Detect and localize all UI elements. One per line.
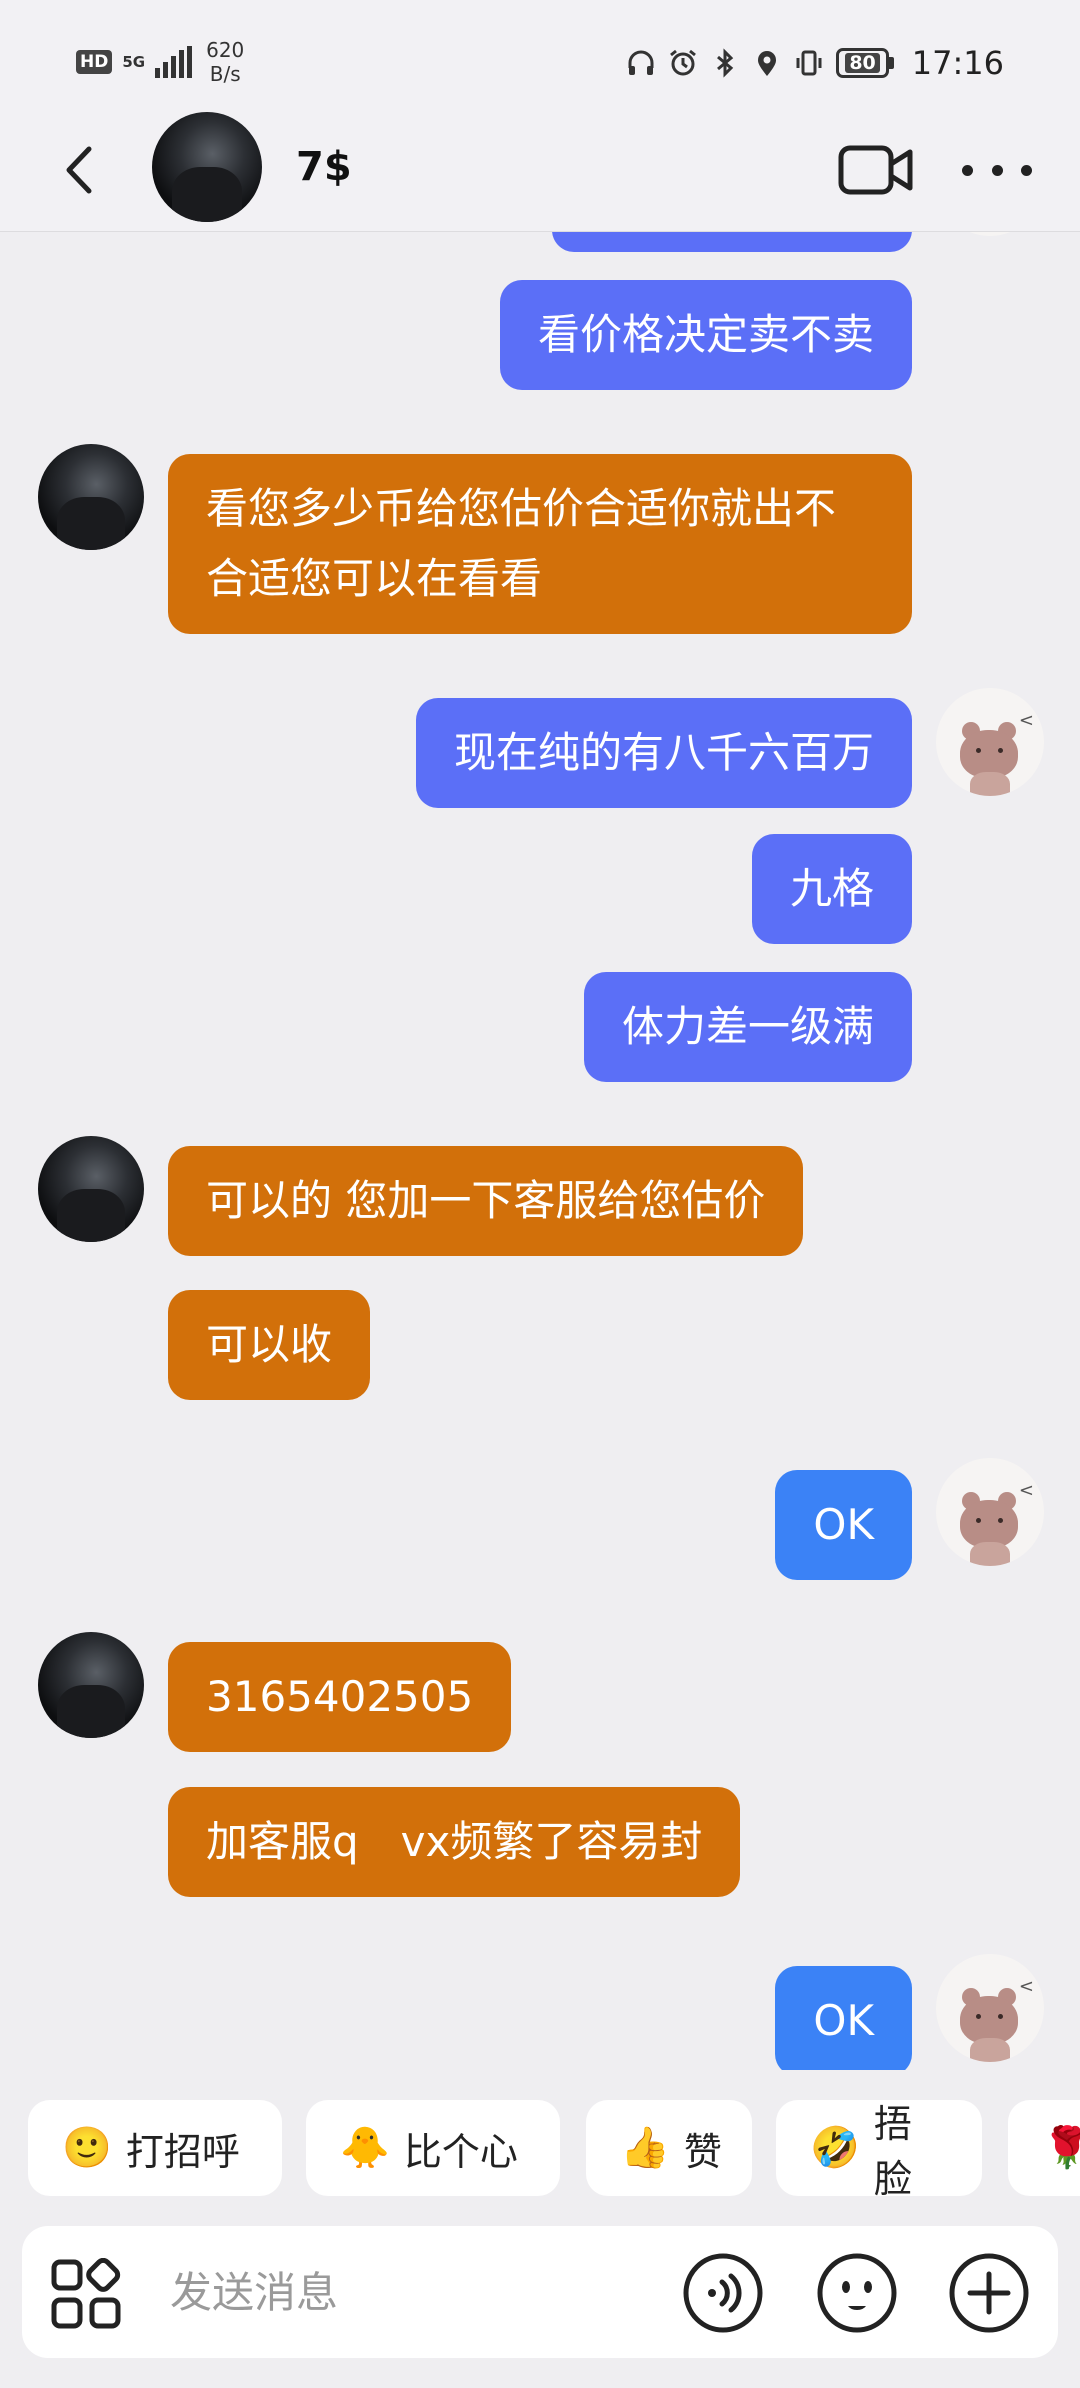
video-call-icon[interactable] [838, 140, 914, 200]
quick-reply-greet[interactable]: 🙂 打招呼 [28, 2100, 282, 2196]
my-avatar[interactable]: < [936, 1458, 1044, 1566]
status-left: HD 5G 620 B/s [76, 38, 244, 86]
message-bubble-incoming[interactable]: 3165402505 [168, 1642, 512, 1752]
message-bubble-partial[interactable] [552, 232, 912, 252]
alarm-icon [670, 49, 697, 76]
bluetooth-icon [717, 48, 734, 78]
my-avatar-partial[interactable] [936, 232, 1044, 236]
signal-icon [155, 46, 193, 78]
emoji-icon[interactable] [816, 2252, 898, 2334]
message-bubble-outgoing[interactable]: OK [775, 1470, 912, 1580]
message-bubble-outgoing[interactable]: OK [775, 1966, 912, 2070]
contact-message-avatar[interactable] [38, 444, 144, 550]
quick-reply-rose[interactable]: 🌹 [1008, 2100, 1080, 2196]
battery-icon: 80 [836, 48, 894, 78]
message-bubble-incoming[interactable]: 看您多少币给您估价合适你就出不合适您可以在看看 [168, 454, 912, 634]
location-icon [758, 51, 777, 76]
chat-message-list[interactable]: 看价格决定卖不卖 看您多少币给您估价合适你就出不合适您可以在看看 < 现在纯的有… [0, 232, 1080, 2070]
message-input[interactable] [170, 2256, 670, 2328]
status-bar: HD 5G 620 B/s 80 17:16 [0, 0, 1080, 120]
contact-message-avatar[interactable] [38, 1136, 144, 1242]
quick-reply-facepalm[interactable]: 🤣 捂脸 [776, 2100, 982, 2200]
contact-name[interactable]: 7$ [296, 144, 352, 190]
quick-reply-label: 赞 [683, 2129, 722, 2174]
duck-heart-icon: 🐥 [340, 2125, 390, 2171]
network-speed-unit: B/s [209, 62, 241, 86]
smile-wave-icon: 🙂 [62, 2125, 112, 2171]
message-bubble-outgoing[interactable]: 现在纯的有八千六百万 [415, 698, 912, 808]
message-input-bar [22, 2226, 1058, 2358]
quick-reply-label: 打招呼 [125, 2129, 240, 2174]
quick-reply-label: 比个心 [403, 2129, 518, 2174]
thumbs-up-icon: 👍 [620, 2125, 670, 2171]
quick-reply-heart[interactable]: 🐥 比个心 [306, 2100, 560, 2196]
network-speed-value: 620 [206, 38, 245, 62]
headphones-icon [628, 50, 654, 75]
vibrate-icon [796, 50, 822, 76]
contact-message-avatar[interactable] [38, 1632, 144, 1738]
more-icon[interactable] [962, 140, 1032, 200]
message-bubble-incoming[interactable]: 可以的 您加一下客服给您估价 [168, 1146, 804, 1256]
status-right: 80 17:16 [626, 44, 1004, 82]
message-bubble-outgoing[interactable]: 九格 [751, 834, 912, 944]
chat-header: 7$ [0, 112, 1080, 232]
battery-level: 80 [845, 53, 880, 73]
back-button[interactable] [50, 140, 110, 200]
my-avatar[interactable]: < [936, 1954, 1044, 2062]
hd-badge: HD [76, 50, 113, 74]
message-bubble-outgoing[interactable]: 体力差一级满 [583, 972, 912, 1082]
message-bubble-incoming[interactable]: 加客服q vx频繁了容易封 [168, 1787, 741, 1897]
voice-icon[interactable] [682, 2252, 764, 2334]
quick-reply-label: 捂脸 [873, 2102, 912, 2200]
network-speed: 620 B/s [206, 38, 244, 86]
network-type: 5G [122, 52, 146, 71]
apps-icon[interactable] [50, 2258, 122, 2330]
quick-reply-bar[interactable]: 🙂 打招呼 🐥 比个心 👍 赞 🤣 捂脸 🌹 [0, 2080, 1080, 2200]
quick-reply-like[interactable]: 👍 赞 [586, 2100, 752, 2196]
back-arrow-icon [66, 146, 92, 194]
contact-avatar[interactable] [152, 112, 262, 222]
laughing-crying-icon: 🤣 [810, 2125, 860, 2171]
status-time: 17:16 [911, 44, 1004, 82]
message-bubble-incoming[interactable]: 可以收 [168, 1290, 371, 1400]
plus-icon[interactable] [948, 2252, 1030, 2334]
message-bubble-outgoing[interactable]: 看价格决定卖不卖 [499, 280, 912, 390]
rose-icon: 🌹 [1042, 2125, 1080, 2171]
my-avatar[interactable]: < [936, 688, 1044, 796]
